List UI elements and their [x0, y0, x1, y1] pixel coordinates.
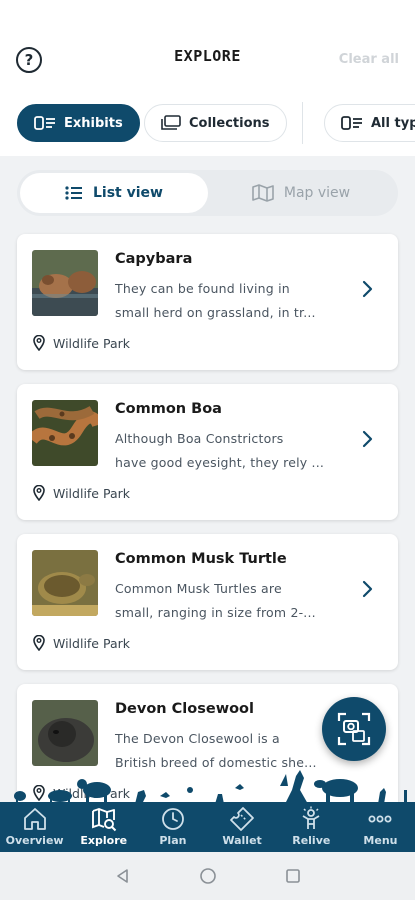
chip-collections[interactable]: Collections — [144, 104, 287, 142]
filter-list-icon — [34, 116, 55, 130]
chip-exhibits[interactable]: Exhibits — [17, 104, 140, 142]
nav-item-relive[interactable]: Relive — [277, 802, 346, 852]
filter-list-icon — [341, 116, 362, 130]
location-pin-icon — [33, 785, 45, 801]
chip-label: All typ — [371, 115, 415, 131]
exhibit-card-common-musk-turtle[interactable]: Common Musk Turtle Common Musk Turtles a… — [17, 534, 398, 670]
location-pin-icon — [33, 485, 45, 501]
ticket-icon — [230, 807, 254, 831]
devon-closewool-thumbnail — [32, 700, 98, 766]
chip-label: Exhibits — [64, 115, 123, 131]
exhibit-location: Wildlife Park — [33, 335, 130, 351]
description-line: The Devon Closewool is a — [115, 731, 280, 746]
description-line: small herd on grassland, in tr... — [115, 305, 316, 320]
exhibit-title: Common Musk Turtle — [115, 551, 287, 567]
top-bar: ? EXPLORE Clear all — [0, 0, 415, 100]
recents-square-icon[interactable] — [285, 868, 301, 884]
bottom-nav: Overview Explore Plan Wallet Relive Menu — [0, 802, 415, 852]
chevron-right-icon — [362, 580, 373, 598]
divider — [302, 102, 303, 144]
location-pin-icon — [33, 635, 45, 651]
exhibit-description: Common Musk Turtles are small, ranging i… — [115, 577, 343, 625]
nav-label: Wallet — [222, 834, 262, 847]
nav-item-explore[interactable]: Explore — [69, 802, 138, 852]
chevron-right-icon — [362, 280, 373, 298]
map-search-icon — [91, 808, 116, 832]
map-view-button[interactable]: Map view — [207, 173, 395, 213]
map-icon — [252, 184, 274, 202]
nav-label: Explore — [80, 834, 128, 847]
home-circle-icon[interactable] — [199, 867, 217, 885]
description-line: They can be found living in — [115, 281, 290, 296]
location-label: Wildlife Park — [53, 485, 130, 501]
description-line: Common Musk Turtles are — [115, 581, 282, 596]
nav-item-plan[interactable]: Plan — [138, 802, 207, 852]
capybara-thumbnail — [32, 250, 98, 316]
chip-label: Collections — [189, 115, 270, 131]
list-icon — [65, 186, 82, 200]
exhibit-description: The Devon Closewool is a British breed o… — [115, 727, 343, 775]
clear-all-button[interactable]: Clear all — [339, 52, 399, 67]
description-line: small, ranging in size from 2-... — [115, 605, 316, 620]
exhibit-location: Wildlife Park — [33, 785, 130, 801]
exhibit-card-capybara[interactable]: Capybara They can be found living in sma… — [17, 234, 398, 370]
view-toggle: List view Map view — [17, 170, 398, 216]
description-line: British breed of domestic she... — [115, 755, 317, 770]
description-line: Although Boa Constrictors — [115, 431, 284, 446]
system-nav-bar — [0, 852, 415, 900]
exhibit-location: Wildlife Park — [33, 635, 130, 651]
nav-label: Menu — [363, 834, 398, 847]
common-boa-thumbnail — [32, 400, 98, 466]
chevron-right-icon — [362, 430, 373, 448]
location-label: Wildlife Park — [53, 785, 130, 801]
common-musk-turtle-thumbnail — [32, 550, 98, 616]
more-dots-icon — [368, 815, 392, 823]
exhibit-description: Although Boa Constrictors have good eyes… — [115, 427, 343, 475]
location-label: Wildlife Park — [53, 635, 130, 651]
collections-icon — [161, 115, 181, 130]
location-label: Wildlife Park — [53, 335, 130, 351]
description-line: have good eyesight, they rely ... — [115, 455, 325, 470]
camera-scan-icon — [337, 712, 371, 746]
exhibit-title: Common Boa — [115, 401, 222, 417]
home-icon — [23, 808, 46, 830]
nav-label: Overview — [5, 834, 64, 847]
celebrate-icon — [302, 806, 320, 829]
exhibit-location: Wildlife Park — [33, 485, 130, 501]
list-view-button[interactable]: List view — [20, 173, 208, 213]
clock-icon — [162, 808, 184, 830]
exhibit-title: Capybara — [115, 251, 193, 267]
nav-item-overview[interactable]: Overview — [0, 802, 69, 852]
list-view-label: List view — [93, 185, 163, 201]
back-triangle-icon[interactable] — [115, 868, 131, 884]
nav-label: Relive — [292, 834, 331, 847]
map-view-label: Map view — [283, 185, 351, 201]
scan-button[interactable] — [322, 697, 386, 761]
location-pin-icon — [33, 335, 45, 351]
exhibit-title: Devon Closewool — [115, 701, 254, 717]
chip-all-types[interactable]: All typ — [324, 104, 415, 142]
nav-label: Plan — [159, 834, 187, 847]
nav-item-menu[interactable]: Menu — [346, 802, 415, 852]
exhibit-card-common-boa[interactable]: Common Boa Although Boa Constrictors hav… — [17, 384, 398, 520]
exhibit-description: They can be found living in small herd o… — [115, 277, 343, 325]
nav-item-wallet[interactable]: Wallet — [208, 802, 277, 852]
filter-chip-row: Exhibits Collections All typ — [0, 100, 415, 150]
